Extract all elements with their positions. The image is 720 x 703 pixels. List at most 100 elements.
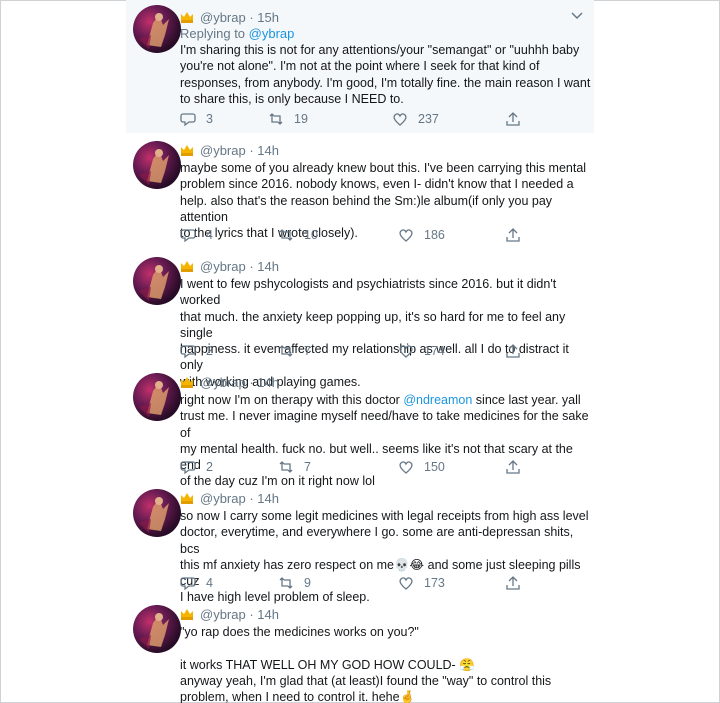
reply-icon — [180, 113, 196, 127]
retweet-count: 9 — [304, 576, 311, 590]
tweet-time[interactable]: 14h — [257, 607, 279, 622]
tweet-actions: 3 19 237 — [180, 110, 540, 128]
tweet-header: @ybrap · 14h — [180, 142, 279, 158]
reply-icon — [180, 577, 196, 591]
separator-dot: · — [245, 374, 258, 390]
like-count: 150 — [424, 460, 445, 474]
mention-link[interactable]: @ndreamon — [403, 393, 472, 407]
share-icon — [506, 576, 520, 590]
tweet-actions: 2 7 174 — [180, 342, 540, 360]
retweet-icon — [279, 229, 293, 241]
retweet-button[interactable]: 19 — [268, 110, 308, 128]
tweet-actions: 4 9 173 — [180, 574, 540, 592]
separator-dot: · — [245, 606, 258, 622]
retweet-button[interactable]: 10 — [278, 226, 318, 244]
like-button[interactable]: 173 — [398, 574, 445, 592]
retweet-icon — [279, 461, 293, 473]
tweet-actions: 2 7 150 — [180, 458, 540, 476]
share-button[interactable] — [505, 226, 531, 244]
avatar[interactable] — [133, 605, 181, 653]
crown-emoji-icon — [180, 608, 194, 620]
share-button[interactable] — [505, 458, 531, 476]
share-button[interactable] — [505, 110, 531, 128]
share-icon — [506, 344, 520, 358]
share-button[interactable] — [505, 342, 531, 360]
avatar[interactable] — [133, 489, 181, 537]
avatar[interactable] — [133, 141, 181, 189]
reply-icon — [180, 345, 196, 359]
user-handle[interactable]: @ybrap — [200, 10, 246, 25]
crown-emoji-icon — [180, 376, 194, 388]
like-button[interactable]: 237 — [392, 110, 439, 128]
tweet-header: @ybrap · 15h — [180, 9, 279, 25]
retweet-count: 19 — [294, 112, 308, 126]
reply-button[interactable]: 3 — [180, 110, 213, 128]
user-handle[interactable]: @ybrap — [200, 143, 246, 158]
retweet-count: 7 — [304, 344, 311, 358]
user-handle[interactable]: @ybrap — [200, 375, 246, 390]
user-handle[interactable]: @ybrap — [200, 259, 246, 274]
reply-icon — [180, 229, 196, 243]
reply-count: 2 — [206, 460, 213, 474]
reply-button[interactable]: 2 — [180, 458, 213, 476]
separator-dot: · — [245, 9, 258, 25]
retweet-count: 10 — [304, 228, 318, 242]
tweet-actions: 4 10 186 — [180, 226, 540, 244]
avatar[interactable] — [133, 257, 181, 305]
reply-count: 4 — [206, 228, 213, 242]
crown-emoji-icon — [180, 260, 194, 272]
retweet-button[interactable]: 9 — [278, 574, 311, 592]
tweet[interactable]: @ybrap · 14h maybe some of you already k… — [126, 133, 594, 249]
chevron-down-icon[interactable] — [570, 9, 584, 23]
crown-emoji-icon — [180, 144, 194, 156]
reply-count: 4 — [206, 576, 213, 590]
separator-dot: · — [245, 258, 258, 274]
retweet-icon — [279, 577, 293, 589]
replying-to: Replying to @ybrap — [180, 26, 295, 41]
reply-count: 2 — [206, 344, 213, 358]
tweet-time[interactable]: 14h — [257, 491, 279, 506]
retweet-count: 7 — [304, 460, 311, 474]
heart-icon — [393, 113, 407, 126]
reply-button[interactable]: 4 — [180, 574, 213, 592]
like-button[interactable]: 186 — [398, 226, 445, 244]
heart-icon — [399, 229, 413, 242]
tweet-time[interactable]: 14h — [257, 375, 279, 390]
tweet[interactable]: @ybrap · 14h so now I carry some legit m… — [126, 481, 594, 604]
like-count: 174 — [424, 344, 445, 358]
tweet[interactable]: @ybrap · 15h Replying to @ybrap I'm shar… — [126, 0, 594, 133]
like-button[interactable]: 174 — [398, 342, 445, 360]
tweet[interactable]: @ybrap · 14h I went to few pshycologists… — [126, 249, 594, 389]
share-icon — [506, 460, 520, 474]
share-button[interactable] — [505, 574, 531, 592]
tweet-header: @ybrap · 14h — [180, 374, 279, 390]
reply-icon — [180, 461, 196, 475]
crown-emoji-icon — [180, 11, 194, 23]
heart-icon — [399, 345, 413, 358]
tweet-text: "yo rap does the medicines works on you?… — [180, 625, 552, 703]
tweet-time[interactable]: 14h — [257, 143, 279, 158]
tweet-text: I'm sharing this is not for any attentio… — [180, 43, 591, 106]
avatar[interactable] — [133, 373, 181, 421]
reply-count: 3 — [206, 112, 213, 126]
crown-emoji-icon — [180, 492, 194, 504]
reply-button[interactable]: 2 — [180, 342, 213, 360]
tweet-time[interactable]: 15h — [257, 10, 279, 25]
tweet[interactable]: @ybrap · 14h right now I'm on therapy wi… — [126, 365, 594, 488]
user-handle[interactable]: @ybrap — [200, 607, 246, 622]
like-count: 237 — [418, 112, 439, 126]
user-handle[interactable]: @ybrap — [200, 491, 246, 506]
like-count: 173 — [424, 576, 445, 590]
tweet-header: @ybrap · 14h — [180, 606, 279, 622]
retweet-icon — [279, 345, 293, 357]
like-count: 186 — [424, 228, 445, 242]
retweet-button[interactable]: 7 — [278, 458, 311, 476]
reply-to-link[interactable]: @ybrap — [249, 26, 295, 41]
like-button[interactable]: 150 — [398, 458, 445, 476]
avatar[interactable] — [133, 5, 181, 53]
retweet-button[interactable]: 7 — [278, 342, 311, 360]
heart-icon — [399, 577, 413, 590]
tweet[interactable]: @ybrap · 14h "yo rap does the medicines … — [126, 597, 594, 703]
reply-button[interactable]: 4 — [180, 226, 213, 244]
tweet-time[interactable]: 14h — [257, 259, 279, 274]
